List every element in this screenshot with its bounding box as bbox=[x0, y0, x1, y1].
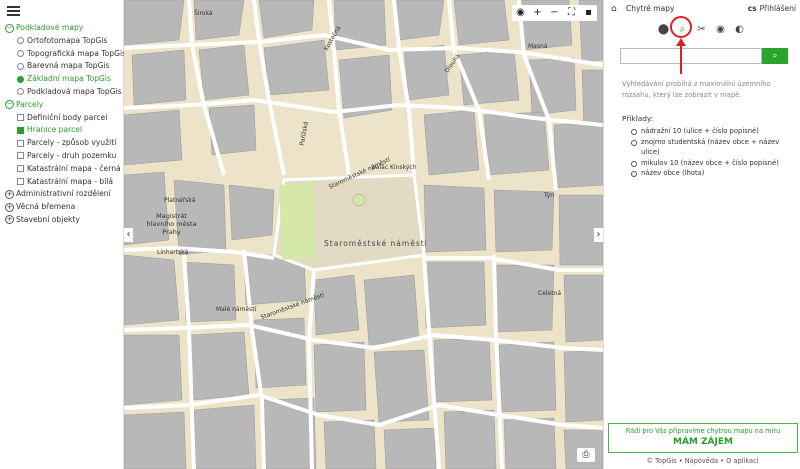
street-label: Masná bbox=[528, 43, 548, 50]
checkbox-icon[interactable] bbox=[17, 126, 24, 134]
layer-panel: − Podkladové mapy Ortofotomapa TopGis Top… bbox=[0, 0, 127, 469]
layer-group-podkladove-mapy[interactable]: − Podkladové mapy bbox=[5, 22, 123, 35]
checkbox-icon[interactable] bbox=[17, 165, 24, 173]
city-hall-label: Magistrát hlavního města Prahy bbox=[146, 212, 197, 236]
layer-item[interactable]: Parcely - způsob využití bbox=[5, 137, 123, 150]
radio-icon[interactable] bbox=[17, 88, 24, 96]
layer-item[interactable]: Hranice parcel bbox=[5, 124, 123, 137]
collapse-right-arrow[interactable]: › bbox=[594, 228, 603, 242]
layer-label: Ortofotomapa TopGis bbox=[27, 35, 108, 45]
group-label: Parcely bbox=[16, 99, 44, 109]
layer-label: Definiční body parcel bbox=[27, 112, 108, 122]
radio-icon[interactable] bbox=[17, 37, 24, 45]
park-area bbox=[279, 182, 316, 260]
search-button[interactable]: ⌕ bbox=[762, 48, 788, 64]
layer-label: Parcely - druh pozemku bbox=[27, 150, 117, 160]
print-icon[interactable]: ⎙ bbox=[577, 448, 595, 462]
checkbox-icon[interactable] bbox=[17, 114, 24, 122]
street-label: Široká bbox=[194, 10, 213, 17]
footer-links[interactable]: © TopGis • Nápověda • O aplikaci bbox=[604, 457, 800, 465]
layer-tree: − Podkladové mapy Ortofotomapa TopGis Top… bbox=[5, 22, 127, 227]
layer-item[interactable]: Barevná mapa TopGis bbox=[5, 60, 123, 73]
annotation-arrow bbox=[680, 44, 682, 74]
checkbox-icon[interactable] bbox=[17, 139, 24, 147]
checkbox-icon[interactable] bbox=[17, 178, 24, 186]
street-label: Malé náměstí bbox=[216, 306, 257, 313]
layer-item[interactable]: Parcely - druh pozemku bbox=[5, 150, 123, 163]
collapse-icon[interactable]: − bbox=[5, 100, 14, 110]
top-bar: ⌂ Chytré mapy cs Přihlášení bbox=[604, 0, 800, 18]
examples-title: Příklady: bbox=[622, 114, 654, 123]
examples-list: nádražní 10 (ulice + číslo popisné) znoj… bbox=[631, 126, 789, 179]
radio-icon[interactable] bbox=[17, 62, 24, 70]
square-label: Staroměstské náměstí bbox=[324, 239, 428, 248]
app-name[interactable]: Chytré mapy bbox=[626, 4, 674, 13]
search-box: ⌕ bbox=[620, 48, 788, 64]
layer-label: Katastrální mapa - černá bbox=[27, 163, 121, 173]
layer-item[interactable]: Podkladová mapa TopGis bbox=[5, 86, 123, 99]
layers-icon[interactable]: ▪ bbox=[580, 5, 597, 21]
radio-icon[interactable] bbox=[17, 50, 24, 58]
lang-login: cs Přihlášení bbox=[748, 4, 796, 13]
example-item: nádražní 10 (ulice + číslo popisné) bbox=[631, 126, 789, 137]
example-item: název obce (lhota) bbox=[631, 168, 789, 179]
layer-label: Základní mapa TopGis bbox=[27, 74, 111, 84]
annotation-circle bbox=[670, 16, 692, 38]
zoom-out-button[interactable]: − bbox=[546, 5, 563, 21]
example-item: mikulov 10 (název obce + číslo popisné) bbox=[631, 158, 789, 169]
layer-group-parcely[interactable]: − Parcely bbox=[5, 99, 123, 112]
layer-label: Hranice parcel bbox=[27, 125, 83, 135]
group-label: Stavební objekty bbox=[16, 214, 80, 224]
zoom-in-button[interactable]: + bbox=[529, 5, 546, 21]
promo-button[interactable]: MÁM ZÁJEM bbox=[609, 437, 797, 447]
login-link[interactable]: Přihlášení bbox=[760, 4, 796, 13]
radio-icon[interactable] bbox=[17, 75, 24, 83]
measure-icon[interactable]: ✂ bbox=[692, 24, 711, 35]
tool-bar: ⬤ ⌕ ✂ ◉ ◐ bbox=[654, 20, 749, 38]
search-panel: ⌂ Chytré mapy cs Přihlášení ⬤ ⌕ ✂ ◉ ◐ ⌕ V… bbox=[603, 0, 800, 469]
layer-group-stavebni-objekty[interactable]: + Stavební objekty bbox=[5, 214, 123, 227]
search-input[interactable] bbox=[620, 48, 762, 64]
expand-icon[interactable]: + bbox=[5, 189, 14, 199]
fullscreen-icon[interactable]: ⛶ bbox=[563, 5, 580, 21]
hamburger-icon[interactable] bbox=[7, 6, 20, 16]
globe-icon[interactable]: ◐ bbox=[730, 24, 749, 35]
layer-label: Parcely - způsob využití bbox=[27, 138, 117, 148]
layer-item[interactable]: Ortofotomapa TopGis bbox=[5, 35, 123, 48]
group-label: Věcná břemena bbox=[16, 202, 76, 212]
map-controls: ◉ + − ⛶ ▪ bbox=[512, 5, 597, 21]
map-view[interactable]: Staroměstské náměstí Magistrát hlavního … bbox=[124, 0, 603, 469]
layer-item[interactable]: Základní mapa TopGis bbox=[5, 73, 123, 86]
promo-text: Rádi pro Vás připravíme chytrou mapu na … bbox=[625, 427, 781, 435]
layer-label: Podkladová mapa TopGis bbox=[27, 86, 122, 96]
layer-label: Katastrální mapa - bílá bbox=[27, 176, 114, 186]
collapse-left-arrow[interactable]: ‹ bbox=[124, 228, 133, 242]
expand-icon[interactable]: + bbox=[5, 202, 14, 212]
example-item: znojmo studentská (název obce + název ul… bbox=[631, 137, 789, 158]
layer-group-vecna-bremena[interactable]: + Věcná břemena bbox=[5, 201, 123, 214]
layer-item[interactable]: Katastrální mapa - černá bbox=[5, 163, 123, 176]
expand-icon[interactable]: + bbox=[5, 215, 14, 225]
layer-label: Topografická mapa TopGis bbox=[27, 48, 127, 58]
layer-label: Barevná mapa TopGis bbox=[27, 61, 110, 71]
group-label: Podkladové mapy bbox=[16, 23, 84, 32]
layer-item[interactable]: Katastrální mapa - bílá bbox=[5, 176, 123, 189]
street-label: Linhartská bbox=[157, 249, 189, 256]
home-icon[interactable]: ⌂ bbox=[611, 4, 617, 14]
language-switch[interactable]: cs bbox=[748, 4, 757, 13]
street-label: Týn bbox=[544, 192, 555, 199]
locate-icon[interactable]: ◉ bbox=[512, 5, 529, 21]
street-label: Celetná bbox=[538, 290, 562, 297]
eye-icon[interactable]: ◉ bbox=[711, 24, 730, 35]
layer-item[interactable]: Topografická mapa TopGis bbox=[5, 48, 127, 61]
group-label: Administrativní rozdělení bbox=[16, 189, 111, 199]
search-info: Vyhledávání probíhá z maximální územního… bbox=[622, 80, 771, 99]
layer-group-administrativni[interactable]: + Administrativní rozdělení bbox=[5, 188, 123, 201]
checkbox-icon[interactable] bbox=[17, 152, 24, 160]
promo-box: Rádi pro Vás připravíme chytrou mapu na … bbox=[608, 423, 798, 453]
street-label: Platnéřská bbox=[164, 197, 196, 204]
collapse-icon[interactable]: − bbox=[5, 23, 14, 33]
layer-item[interactable]: Definiční body parcel bbox=[5, 112, 123, 125]
